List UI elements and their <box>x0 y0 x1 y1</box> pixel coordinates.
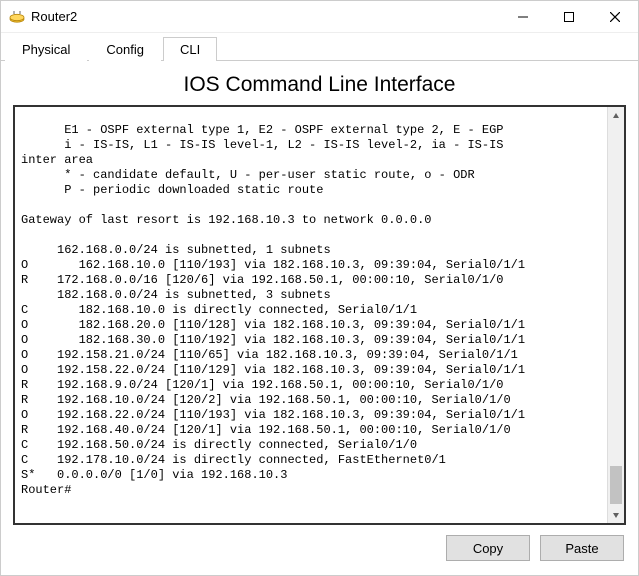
scroll-up-icon[interactable] <box>608 107 624 124</box>
window-title: Router2 <box>31 9 500 24</box>
scroll-thumb[interactable] <box>610 466 622 504</box>
minimize-button[interactable] <box>500 1 546 33</box>
maximize-button[interactable] <box>546 1 592 33</box>
tab-physical[interactable]: Physical <box>5 37 87 61</box>
cli-panel: IOS Command Line Interface E1 - OSPF ext… <box>1 61 638 573</box>
window-titlebar: Router2 <box>1 1 638 33</box>
tab-cli[interactable]: CLI <box>163 37 217 61</box>
panel-title: IOS Command Line Interface <box>13 73 626 97</box>
tab-bar: Physical Config CLI <box>1 33 638 61</box>
paste-button[interactable]: Paste <box>540 535 624 561</box>
close-button[interactable] <box>592 1 638 33</box>
cli-output[interactable]: E1 - OSPF external type 1, E2 - OSPF ext… <box>15 119 607 511</box>
scroll-down-icon[interactable] <box>608 506 624 523</box>
cli-scrollbar[interactable] <box>607 107 624 523</box>
button-row: Copy Paste <box>13 535 626 561</box>
copy-button[interactable]: Copy <box>446 535 530 561</box>
router-icon <box>9 9 25 25</box>
cli-frame: E1 - OSPF external type 1, E2 - OSPF ext… <box>13 105 626 525</box>
tab-config[interactable]: Config <box>89 37 161 61</box>
scroll-track[interactable] <box>608 124 624 506</box>
